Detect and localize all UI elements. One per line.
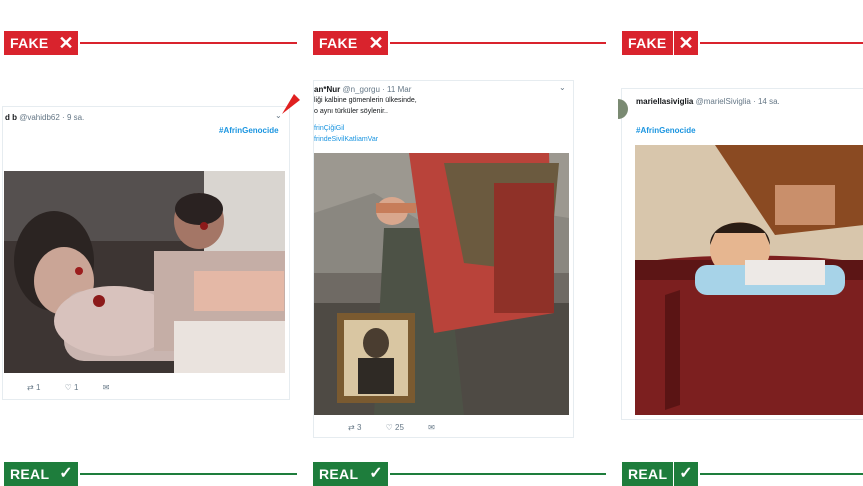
tweet-actions: ⇄ 1 ♡ 1 ✉ <box>27 383 131 392</box>
author-name: d b <box>5 113 17 122</box>
like-count: 1 <box>74 383 79 392</box>
retweet-button[interactable]: ⇄ 1 <box>27 383 40 392</box>
tweet-author: an*Nur @n_gorgu · 11 Mar <box>314 85 411 94</box>
fake-label-row: FAKE ✕ <box>620 31 863 55</box>
photo-woman-with-portrait <box>314 153 569 415</box>
tweet-author: mariellasiviglia @marielSiviglia · 14 sa… <box>636 97 780 106</box>
author-meta: @vahidb62 · 9 sa. <box>19 113 85 122</box>
avatar <box>618 99 628 119</box>
x-icon: ✕ <box>674 31 698 55</box>
arrow-icon <box>282 94 300 114</box>
tweet-card[interactable]: d b @vahidb62 · 9 sa. #AfrinGenocide ⇄ 1… <box>2 106 290 400</box>
fake-label-row: FAKE ✕ <box>311 31 606 55</box>
check-icon: ✓ <box>54 462 78 486</box>
fake-label-row: FAKE ✕ <box>0 31 297 55</box>
x-icon: ✕ <box>54 31 78 55</box>
hashtag[interactable]: #AfrinGenocide <box>636 126 696 135</box>
author-meta: @marielSiviglia · 14 sa. <box>695 97 780 106</box>
check-icon: ✓ <box>364 462 388 486</box>
fake-badge: FAKE <box>313 31 364 55</box>
like-count: 25 <box>395 423 404 432</box>
real-label-row: REAL ✓ <box>311 462 606 486</box>
tweet-card[interactable]: mariellasiviglia @marielSiviglia · 14 sa… <box>618 88 863 420</box>
tweet-photo[interactable] <box>314 153 569 415</box>
dm-button[interactable]: ✉ <box>428 423 435 432</box>
photo-baby-in-suitcase <box>635 145 863 415</box>
retweet-count: 3 <box>356 423 362 432</box>
envelope-icon: ✉ <box>102 383 110 392</box>
author-meta: @n_gorgu · 11 Mar <box>342 85 412 94</box>
divider <box>390 473 606 475</box>
real-label-row: REAL ✓ <box>620 462 863 486</box>
chevron-down-icon[interactable]: ⌄ <box>559 83 566 92</box>
like-button[interactable]: ♡ 1 <box>65 383 79 392</box>
tweet-photo[interactable] <box>635 145 863 415</box>
real-label-row: REAL ✓ <box>0 462 297 486</box>
divider <box>700 42 863 44</box>
tweet-line-2: o aynı türküler söylenir.. <box>314 108 388 115</box>
column-1: FAKE ✕ d b @vahidb62 · 9 sa. #AfrinGenoc… <box>0 0 300 486</box>
hashtag-2[interactable]: frindeSivilKatliamVar <box>314 134 417 145</box>
divider <box>390 42 606 44</box>
retweet-button[interactable]: ⇄ 3 <box>348 423 361 432</box>
retweet-count: 1 <box>35 383 41 392</box>
fake-badge: FAKE <box>622 31 673 55</box>
real-badge: REAL <box>622 462 674 486</box>
column-2: FAKE ✕ an*Nur @n_gorgu · 11 Mar liği kal… <box>311 0 606 486</box>
real-badge: REAL <box>4 462 56 486</box>
like-button[interactable]: ♡ 25 <box>386 423 404 432</box>
check-icon: ✓ <box>674 462 698 486</box>
retweet-icon: ⇄ <box>348 423 355 432</box>
dm-button[interactable]: ✉ <box>103 383 110 392</box>
envelope-icon: ✉ <box>428 423 435 432</box>
tweet-text: liği kalbine gömenlerin ülkesinde, o ayn… <box>314 95 417 145</box>
author-name: mariellasiviglia <box>636 97 694 106</box>
hashtag[interactable]: #AfrinGenocide <box>219 126 279 135</box>
photo-injured-children <box>4 171 285 373</box>
tweet-card[interactable]: an*Nur @n_gorgu · 11 Mar liği kalbine gö… <box>313 80 574 438</box>
real-badge: REAL <box>313 462 365 486</box>
fake-badge: FAKE <box>4 31 55 55</box>
divider <box>80 473 297 475</box>
heart-icon: ♡ <box>385 423 393 432</box>
heart-icon: ♡ <box>64 383 72 392</box>
divider <box>700 473 863 475</box>
author-name: an*Nur <box>314 85 341 94</box>
hashtag-1[interactable]: frinÇiğiGil <box>314 123 417 134</box>
tweet-photo[interactable] <box>4 171 285 373</box>
retweet-icon: ⇄ <box>27 383 34 392</box>
column-3: FAKE ✕ mariellasiviglia @marielSiviglia … <box>618 0 863 486</box>
tweet-line-1: liği kalbine gömenlerin ülkesinde, <box>314 97 417 104</box>
tweet-actions: ⇄ 3 ♡ 25 ✉ <box>348 423 457 432</box>
tweet-author: d b @vahidb62 · 9 sa. <box>5 113 84 122</box>
divider <box>80 42 297 44</box>
x-icon: ✕ <box>364 31 388 55</box>
